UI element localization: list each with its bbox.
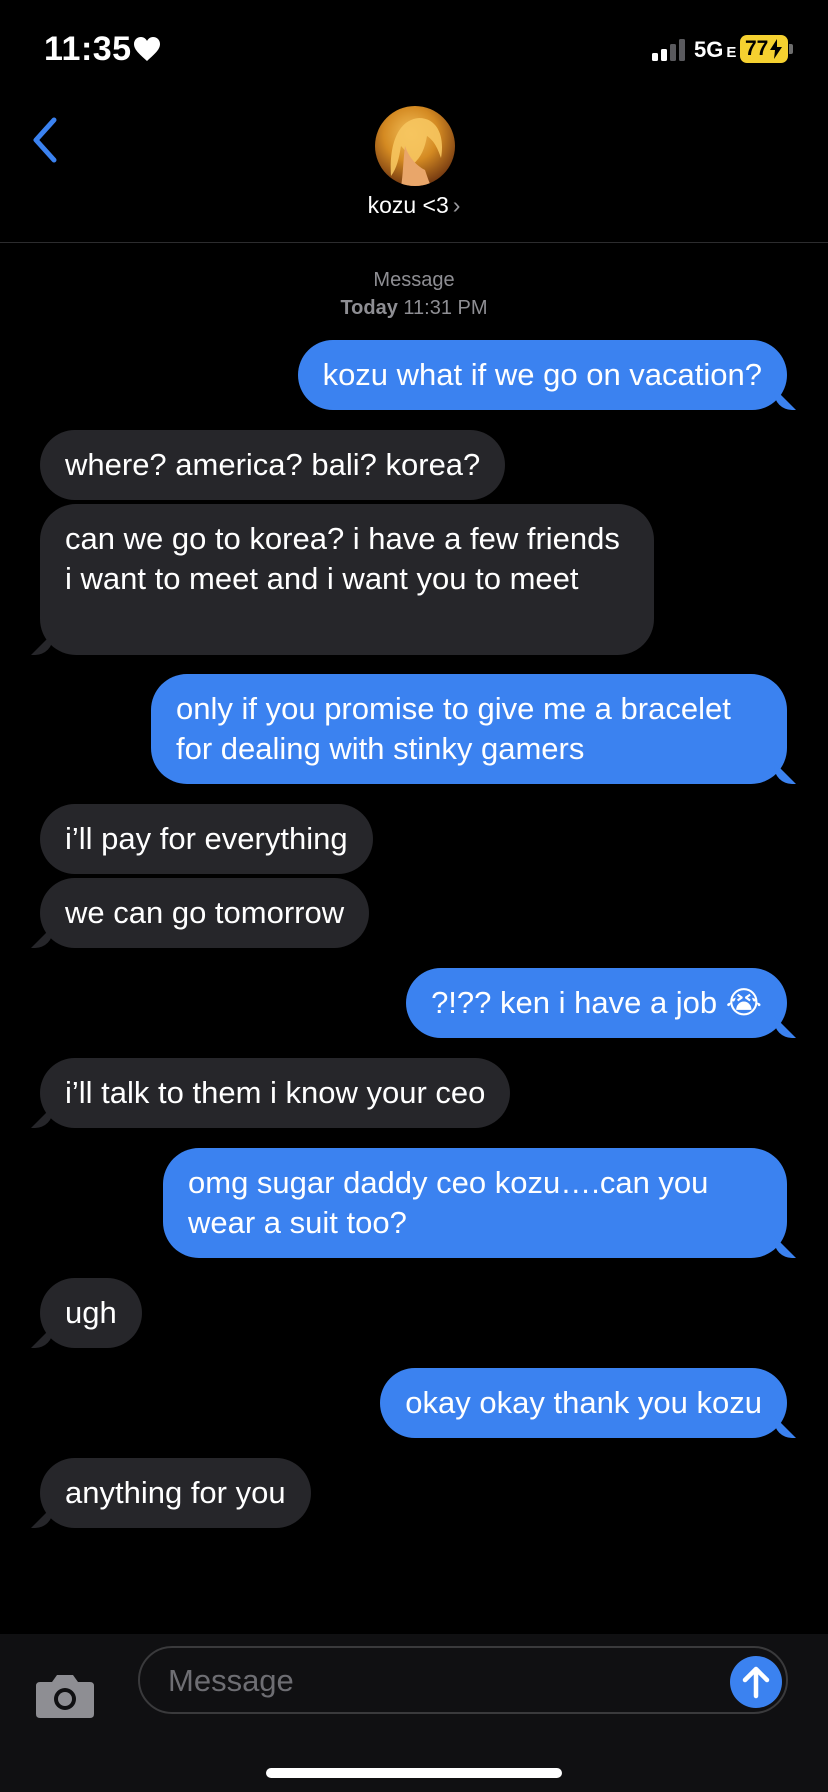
- message-bubble-incoming[interactable]: we can go tomorrow: [40, 878, 370, 948]
- message-bubble-incoming[interactable]: i’ll pay for everything: [40, 804, 373, 874]
- message-bubble-outgoing[interactable]: ?!?? ken i have a job 😭: [406, 968, 787, 1038]
- message-text: only if you promise to give me a bracele…: [176, 691, 731, 766]
- timestamp-time: 11:31 PM: [403, 297, 488, 319]
- chevron-left-icon[interactable]: [28, 116, 64, 164]
- battery-tip: [789, 44, 793, 54]
- chevron-right-icon: ›: [452, 192, 461, 218]
- avatar-image: [390, 118, 443, 186]
- message-text: where? america? bali? korea?: [65, 447, 481, 482]
- message-text: okay okay thank you kozu: [405, 1385, 762, 1420]
- message-bubble-outgoing[interactable]: kozu what if we go on vacation?: [297, 340, 787, 410]
- signal-icon: [652, 39, 685, 61]
- message-bubble-outgoing[interactable]: okay okay thank you kozu: [380, 1368, 787, 1438]
- message-bubble-outgoing[interactable]: only if you promise to give me a bracele…: [151, 674, 787, 784]
- message-text: i’ll talk to them i know your ceo: [65, 1075, 486, 1110]
- service-label: Message: [373, 269, 455, 291]
- message-bubble-incoming[interactable]: i’ll talk to them i know your ceo: [40, 1058, 511, 1128]
- message-text: omg sugar daddy ceo kozu….can you wear a…: [188, 1165, 709, 1240]
- network-type: 5G: [694, 37, 724, 62]
- message-bubble-incoming[interactable]: where? america? bali? korea?: [40, 430, 506, 500]
- battery-indicator: 77: [740, 35, 788, 63]
- message-bubble-incoming[interactable]: anything for you: [40, 1458, 311, 1528]
- message-input-field[interactable]: [138, 1646, 788, 1714]
- charging-bolt-icon: [770, 39, 782, 59]
- contact-name-button[interactable]: kozu <3 ›: [0, 192, 828, 219]
- message-bubble-outgoing[interactable]: omg sugar daddy ceo kozu….can you wear a…: [163, 1148, 787, 1258]
- thread-timestamp: Message Today 11:31 PM: [0, 266, 828, 322]
- message-text: anything for you: [65, 1475, 286, 1510]
- network-indicator: 5G E: [694, 37, 736, 63]
- message-text: we can go tomorrow: [65, 895, 345, 930]
- timestamp-day: Today: [340, 297, 398, 319]
- message-bubble-incoming[interactable]: can we go to korea? i have a few friends…: [40, 504, 654, 655]
- home-indicator[interactable]: [266, 1768, 562, 1778]
- network-suffix: E: [726, 44, 737, 61]
- heart-icon: [134, 37, 160, 61]
- arrow-up-icon: [742, 1666, 770, 1699]
- battery-level: 77: [745, 37, 769, 60]
- message-bubble-incoming[interactable]: ugh: [40, 1278, 142, 1348]
- status-bar: 11:35 5G E 77: [0, 0, 828, 100]
- camera-icon[interactable]: [34, 1672, 96, 1720]
- message-text: ugh: [65, 1295, 117, 1330]
- contact-name: kozu <3: [367, 192, 449, 218]
- message-text: i’ll pay for everything: [65, 821, 348, 856]
- conversation-header: kozu <3 ›: [0, 100, 828, 243]
- send-button[interactable]: [730, 1656, 782, 1708]
- message-text: kozu what if we go on vacation?: [322, 357, 762, 392]
- contact-avatar[interactable]: [375, 106, 455, 186]
- message-text: can we go to korea? i have a few friends…: [65, 521, 620, 596]
- status-time: 11:35: [44, 30, 132, 68]
- message-text: ?!?? ken i have a job 😭: [431, 985, 762, 1020]
- message-input[interactable]: [166, 1648, 710, 1714]
